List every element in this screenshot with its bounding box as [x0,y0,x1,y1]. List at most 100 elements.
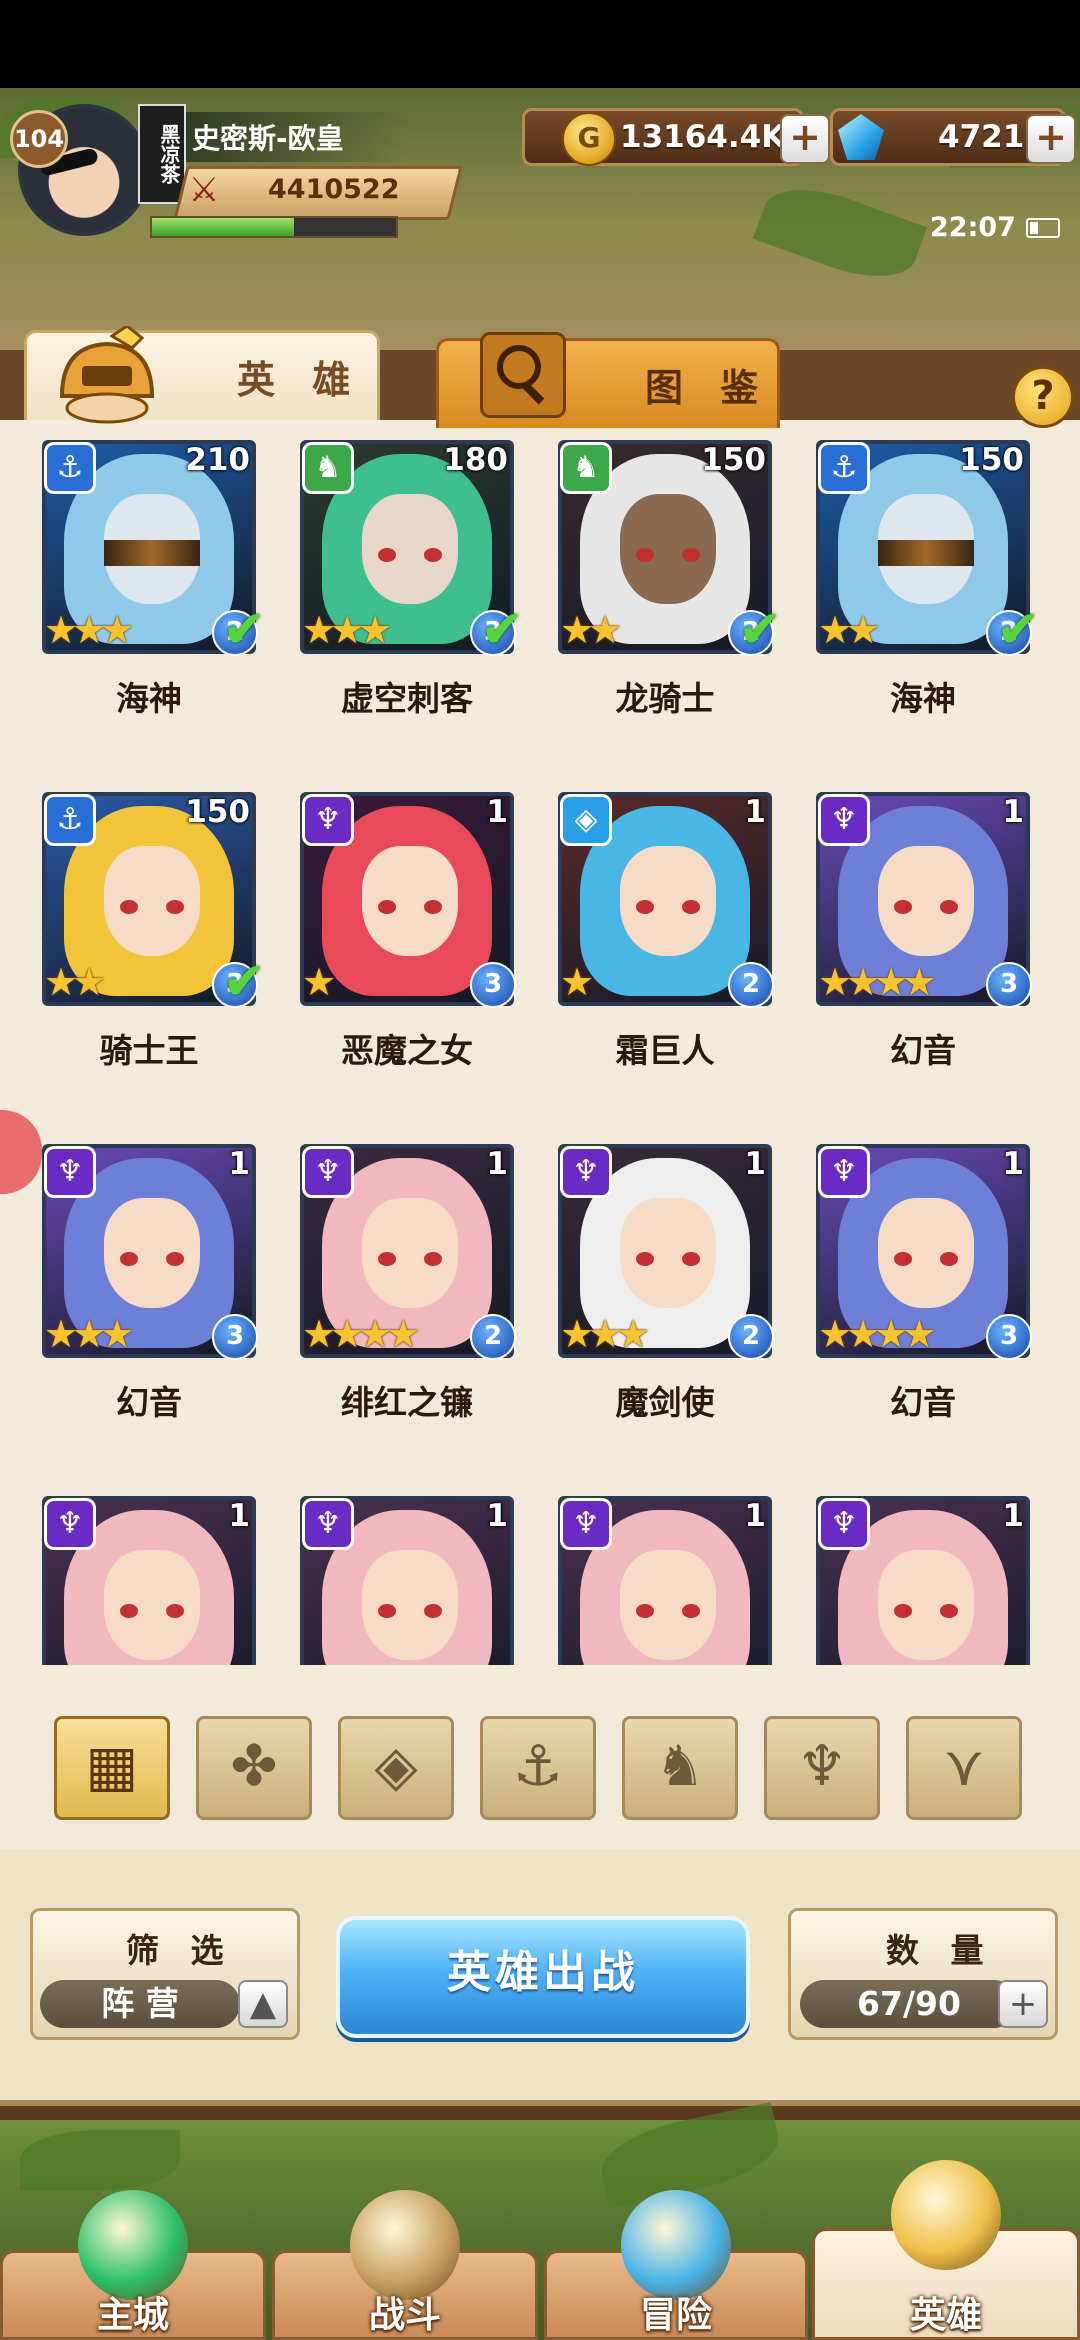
hero-level: 1 [744,794,766,830]
hero-eyes [120,1252,184,1266]
rank-badge: 3 [986,1314,1032,1360]
hero-eyes [378,1252,442,1266]
hero-card[interactable]: ♆ 1 [42,1496,262,1665]
add-gold-button[interactable]: + [780,114,830,164]
checkmark-icon: ✔ [480,600,524,660]
hero-level: 1 [1002,1146,1024,1182]
add-diamonds-button[interactable]: + [1026,114,1076,164]
demon-icon: ♆ [560,1146,612,1198]
adventure-icon [621,2190,731,2300]
hero-count: 67/90 [800,1980,1018,2028]
faction-select[interactable]: 阵 营 [40,1980,240,2028]
demon-icon: ♆ [818,794,870,846]
hero-level: 1 [1002,794,1024,830]
hero-card[interactable]: ♆ 1 ★★★★ 3 幻音 [816,1144,1036,1422]
nav-adventure-label: 冒险 [639,2295,712,2336]
filter-diamond-button[interactable]: ◈ [338,1716,454,1820]
hero-name: 幻音 [890,1031,956,1070]
filter-title: 筛 选 [126,1931,234,1970]
demon-icon: ♆ [818,1498,870,1550]
hero-name: 龙骑士 [615,679,715,718]
hero-eyes [636,548,700,562]
hero-level: 1 [486,1146,508,1182]
checkmark-icon: ✔ [738,600,782,660]
helmet-icon [59,326,155,424]
anchor-icon: ⚓ [512,1734,564,1799]
horns-icon: ♆ [796,1734,848,1799]
clock: 22:07 [930,212,1016,243]
hero-card[interactable]: ♆ 1 ★ 3 恶魔之女 [300,792,520,1070]
gold-amount: 13164.4K [620,119,786,155]
hero-name: 恶魔之女 [341,1031,473,1070]
hero-card[interactable]: ♆ 1 [558,1496,778,1665]
expand-filter-button[interactable]: ▲ [238,1980,288,2028]
hero-level: 1 [486,794,508,830]
star-rating: ★★ [818,608,880,652]
hero-card[interactable]: ⚓ 150 ★★ 3 ✔ 骑士王 [42,792,266,1070]
hero-card[interactable]: ♆ 1 ★★★ 2 魔剑使 [558,1144,778,1422]
grid-icon: ▦ [85,1734,139,1799]
player-name: 史密斯-欧皇 [150,112,410,162]
blindfold [104,540,200,566]
hero-eyes [378,548,442,562]
rank-badge: 2 [728,962,774,1008]
title-stamp: 黑凉茶 [138,104,186,204]
filter-wings-button[interactable]: ⋎ [906,1716,1022,1820]
hero-eyes [378,1604,442,1618]
help-button[interactable]: ? [1012,366,1074,428]
hero-level: 1 [744,1498,766,1534]
hero-card[interactable]: ◈ 1 ★ 2 霜巨人 [558,792,778,1070]
hero-card[interactable]: ♆ 1 ★★★ 3 幻音 [42,1144,262,1422]
filter-horns-button[interactable]: ♆ [764,1716,880,1820]
blindfold [878,540,974,566]
hero-card[interactable]: ♆ 1 ★★★★ 3 幻音 [816,792,1036,1070]
nav-battle-label: 战斗 [368,2295,441,2336]
hero-eyes [378,900,442,914]
hero-level: 150 [701,442,766,478]
hero-name: 海神 [890,679,956,718]
anchor-icon: ⚓ [44,794,96,846]
star-rating: ★★★★ [302,1312,420,1356]
hero-card[interactable]: ⚓ 150 ★★ 2 ✔ 海神 [816,440,1040,718]
battle-icon [350,2190,460,2300]
filter-anchor-button[interactable]: ⚓ [480,1716,596,1820]
rank-badge: 3 [986,962,1032,1008]
filter-grid-button[interactable]: ▦ [54,1716,170,1820]
filter-leaf-button[interactable]: ✤ [196,1716,312,1820]
hero-card[interactable]: ⚓ 210 ★★★ 2 ✔ 海神 [42,440,266,718]
magnifier-icon [480,332,566,418]
hero-card[interactable]: ♆ 1 ★★★★ 2 绯红之镰 [300,1144,520,1422]
hero-card[interactable]: ♆ 1 [816,1496,1036,1665]
star-rating: ★ [560,960,594,1004]
beast-icon: ♞ [302,442,354,494]
star-rating: ★★★ [302,608,392,652]
hero-name: 幻音 [890,1383,956,1422]
leaf-decoration [752,172,928,294]
xp-bar [150,216,398,238]
hero-eyes [636,900,700,914]
hero-grid: ⚓ 210 ★★★ 2 ✔ 海神 ♞ 180 ★★★ 3 ✔ 虚空刺客 ♞ 150 ★★ 2 ✔ 龙骑士 ⚓ 150 ★… [0,430,1080,1665]
star-rating: ★ [302,960,336,1004]
star-rating: ★★★ [44,1312,134,1356]
hero-name: 幻音 [116,1383,182,1422]
beast-icon: ♞ [654,1734,706,1799]
hero-card[interactable]: ♆ 1 [300,1496,520,1665]
rank-badge: 3 [212,1314,258,1360]
hero-eyes [894,1252,958,1266]
filter-beast-button[interactable]: ♞ [622,1716,738,1820]
checkmark-icon: ✔ [996,600,1040,660]
hero-card[interactable]: ♞ 180 ★★★ 3 ✔ 虚空刺客 [300,440,524,718]
hero-card[interactable]: ♞ 150 ★★ 2 ✔ 龙骑士 [558,440,782,718]
star-rating: ★★★★ [818,1312,936,1356]
hero-eyes [894,900,958,914]
expand-capacity-button[interactable]: + [998,1980,1048,2028]
crossed-swords-icon: ⚔ [188,170,220,210]
hero-name: 虚空刺客 [341,679,473,718]
hero-name: 海神 [116,679,182,718]
nav-heroes-label: 英雄 [909,2295,982,2336]
rank-badge: 2 [728,1314,774,1360]
gold-coin-icon: G [562,112,616,166]
deploy-heroes-button[interactable]: 英雄出战 [336,1916,750,2038]
checkmark-icon: ✔ [222,600,266,660]
heroes-icon [891,2160,1001,2270]
